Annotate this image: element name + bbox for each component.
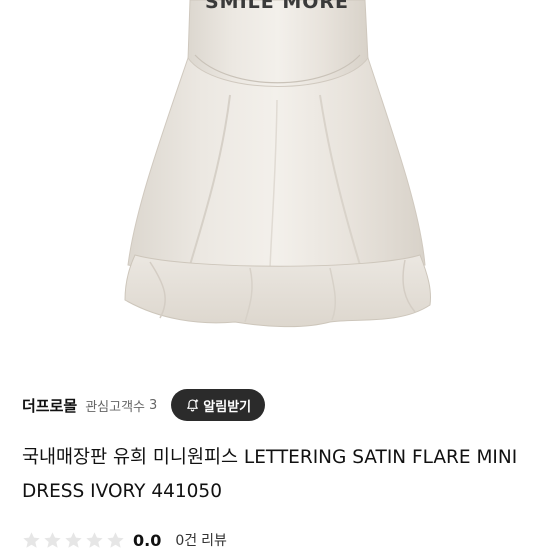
star-icon xyxy=(107,531,124,548)
alert-button-label: 알림받기 xyxy=(203,399,252,415)
review-count[interactable]: 0건 xyxy=(175,530,197,550)
dress-print-text: SMILE MORE xyxy=(205,0,349,13)
rating-value: 0.0 xyxy=(133,530,162,550)
bell-plus-icon xyxy=(187,398,199,411)
dress-skirt-upper xyxy=(127,56,426,273)
star-icon xyxy=(23,531,40,548)
review-label[interactable]: 리뷰 xyxy=(201,530,227,550)
alert-subscribe-button[interactable]: 알림받기 xyxy=(171,389,266,421)
star-icon xyxy=(65,531,82,548)
rating-stars xyxy=(22,531,127,550)
product-image[interactable]: SMILE MORE xyxy=(0,0,555,366)
follower-count: 3 xyxy=(149,397,158,413)
star-icon xyxy=(44,531,61,548)
product-title: 국내매장판 유희 미니원피스 LETTERING SATIN FLARE MIN… xyxy=(22,447,518,502)
dress-illustration: SMILE MORE xyxy=(124,0,431,328)
follower-label: 관심고객수 xyxy=(85,399,146,415)
product-page: SMILE MORE 더프로몰 관심고객수 3 알림받기 국내매장판 유희 미니… xyxy=(0,0,555,555)
seller-name[interactable]: 더프로몰 xyxy=(22,395,77,416)
seller-row: 더프로몰 관심고객수 3 알림받기 xyxy=(22,387,537,423)
star-icon xyxy=(86,531,103,548)
rating-row: 0.0 0건 리뷰 xyxy=(22,526,227,554)
